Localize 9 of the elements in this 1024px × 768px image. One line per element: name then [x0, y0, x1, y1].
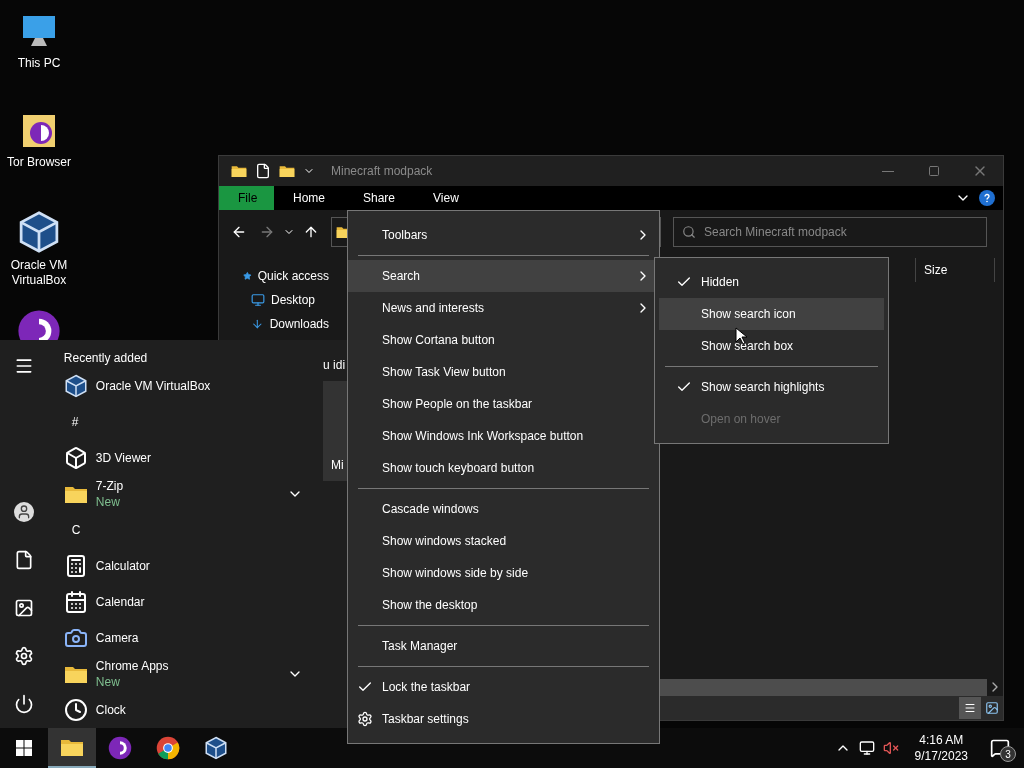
new-label: New [95, 674, 121, 690]
folder-name: 7-Zip [95, 478, 124, 494]
window-title: Minecraft modpack [331, 163, 433, 179]
new-label: New [95, 494, 121, 510]
search-placeholder: Search Minecraft modpack [704, 224, 847, 240]
tile-group-header: u idi [323, 356, 346, 373]
notification-count: 3 [1000, 746, 1016, 762]
section-header: Recently added [63, 350, 148, 366]
folder-name: Chrome Apps [95, 658, 169, 674]
